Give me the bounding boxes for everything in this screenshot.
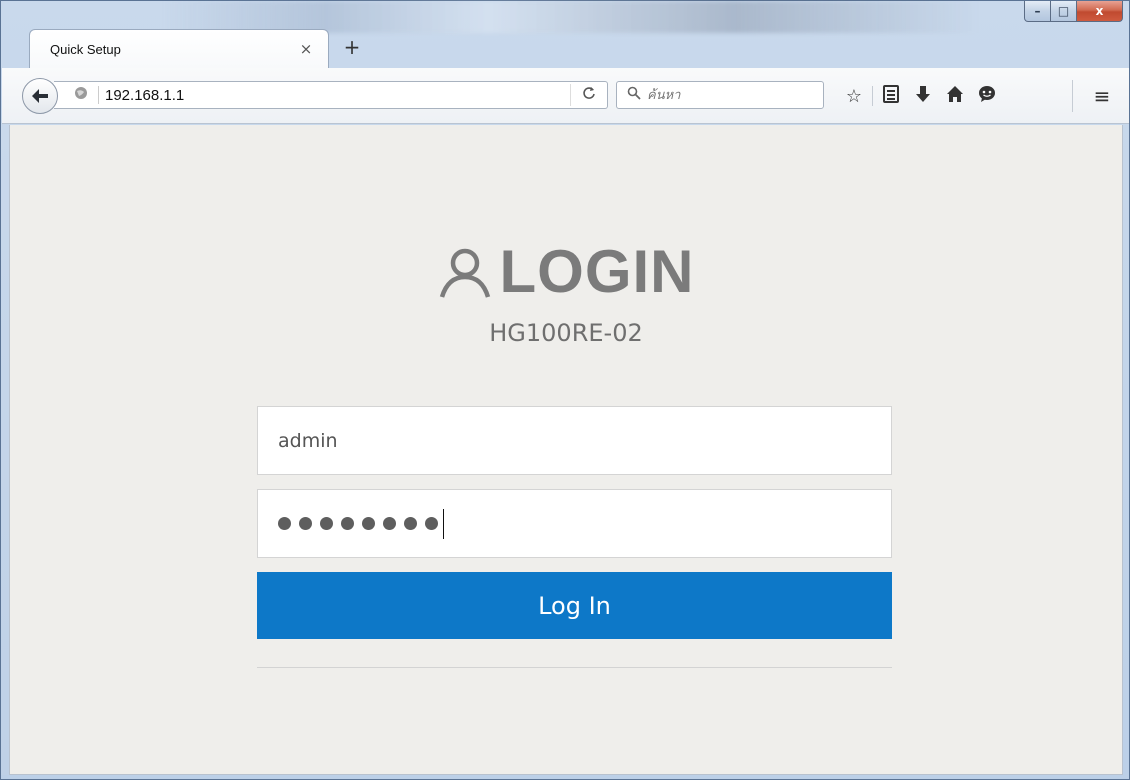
navigation-toolbar: 192.168.1.1 ☆ bbox=[2, 68, 1129, 124]
browser-window: – □ x Quick Setup × + 192.168.1.1 ค้นหา … bbox=[0, 0, 1130, 780]
home-icon[interactable] bbox=[939, 85, 971, 108]
window-controls: – □ x bbox=[1024, 1, 1123, 23]
password-field[interactable] bbox=[257, 489, 892, 558]
reload-icon[interactable] bbox=[571, 86, 607, 104]
password-dot bbox=[383, 517, 396, 530]
password-dot bbox=[299, 517, 312, 530]
url-text[interactable]: 192.168.1.1 bbox=[105, 87, 570, 104]
username-value: admin bbox=[278, 429, 338, 452]
login-button[interactable]: Log In bbox=[257, 572, 892, 639]
tab-title: Quick Setup bbox=[50, 41, 121, 57]
download-icon[interactable] bbox=[907, 85, 939, 108]
toolbar-separator bbox=[872, 86, 873, 106]
password-dot bbox=[320, 517, 333, 530]
maximize-button[interactable]: □ bbox=[1051, 1, 1077, 22]
device-model: HG100RE-02 bbox=[489, 319, 643, 347]
password-dot bbox=[404, 517, 417, 530]
search-input[interactable] bbox=[647, 87, 807, 103]
search-bar[interactable] bbox=[616, 81, 824, 109]
password-masked-value bbox=[278, 517, 446, 530]
text-caret bbox=[443, 508, 444, 539]
password-dot bbox=[341, 517, 354, 530]
chat-icon[interactable] bbox=[971, 85, 1003, 108]
login-header: LOGIN bbox=[10, 237, 1122, 306]
bookmark-star-icon[interactable]: ☆ bbox=[838, 86, 870, 107]
back-arrow-icon bbox=[32, 89, 48, 103]
url-bar[interactable]: 192.168.1.1 bbox=[54, 81, 608, 109]
password-dot bbox=[278, 517, 291, 530]
page-content: LOGIN HG100RE-02 admin Log In bbox=[9, 125, 1123, 775]
user-icon bbox=[439, 248, 490, 298]
menu-icon[interactable]: ≡ bbox=[1088, 82, 1116, 110]
tab-quick-setup[interactable]: Quick Setup × bbox=[29, 29, 329, 68]
menu-separator bbox=[1072, 80, 1073, 112]
toolbar-icons: ☆ bbox=[838, 82, 1003, 110]
tab-close-icon[interactable]: × bbox=[296, 40, 316, 58]
globe-icon bbox=[74, 86, 96, 104]
username-field[interactable]: admin bbox=[257, 406, 892, 475]
close-window-button[interactable]: x bbox=[1077, 1, 1123, 22]
search-icon bbox=[627, 86, 641, 104]
window-left-edge bbox=[1, 125, 9, 775]
minimize-button[interactable]: – bbox=[1024, 1, 1051, 22]
password-dot bbox=[362, 517, 375, 530]
url-separator bbox=[98, 86, 99, 104]
password-dot bbox=[425, 517, 438, 530]
reading-list-icon[interactable] bbox=[875, 84, 907, 108]
login-title: LOGIN bbox=[499, 238, 695, 305]
back-button[interactable] bbox=[22, 78, 58, 114]
divider bbox=[257, 667, 892, 668]
new-tab-button[interactable]: + bbox=[341, 36, 363, 58]
